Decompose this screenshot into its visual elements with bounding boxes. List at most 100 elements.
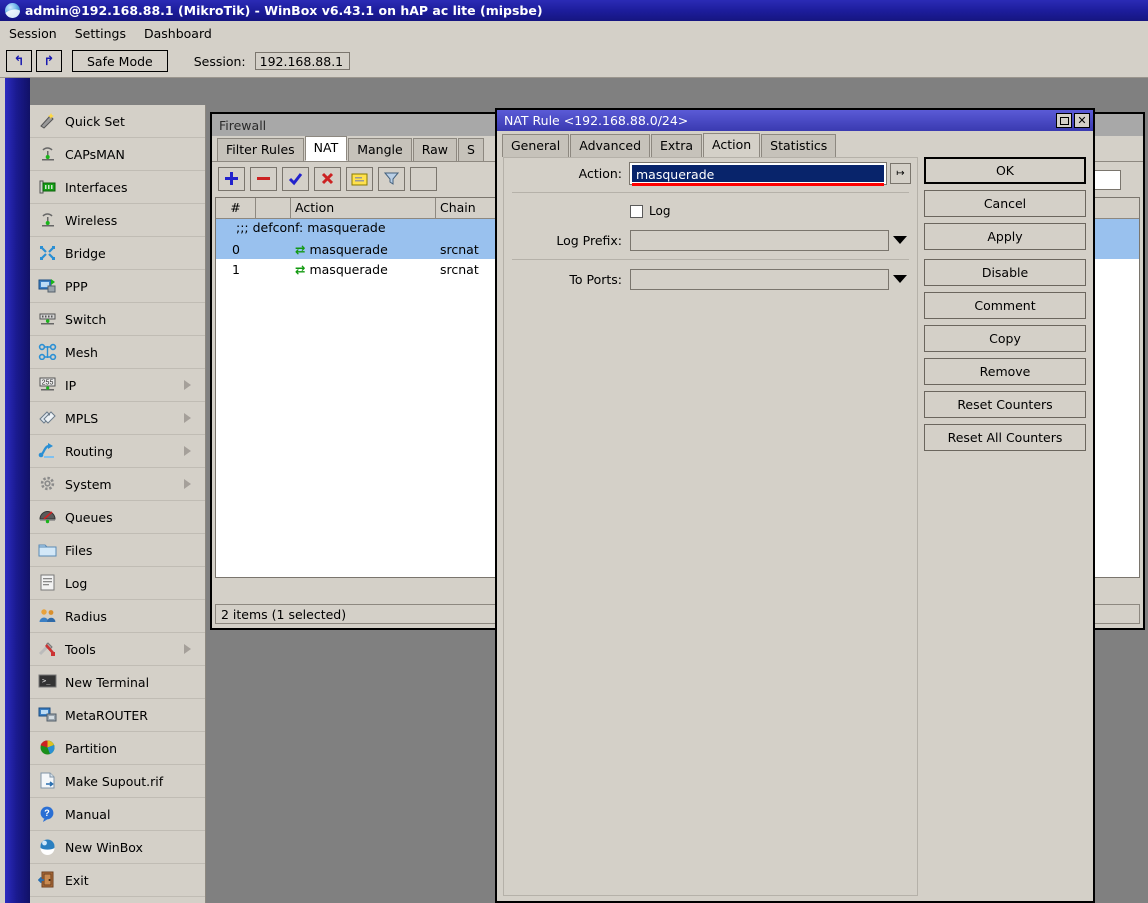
col-header-number[interactable]: # — [216, 198, 256, 218]
log-prefix-input[interactable] — [630, 229, 889, 251]
safe-mode-button[interactable]: Safe Mode — [72, 50, 168, 72]
submenu-chevron-right-icon — [184, 413, 191, 423]
sidebar-item-label: New Terminal — [65, 674, 150, 690]
row-number: 1 — [232, 261, 240, 277]
row-action: masquerade — [309, 261, 388, 277]
sidebar-item-label: Exit — [65, 872, 89, 888]
validation-underline — [632, 182, 884, 186]
sidebar-item-ip[interactable]: 255 IP — [30, 369, 205, 402]
sidebar-item-new-terminal[interactable]: >_ New Terminal — [30, 666, 205, 699]
sidebar-item-partition[interactable]: Partition — [30, 732, 205, 765]
remove-button[interactable]: Remove — [924, 358, 1086, 385]
remove-minus-icon[interactable] — [250, 166, 277, 191]
sidebar-item-exit[interactable]: Exit — [30, 864, 205, 897]
log-checkbox-row[interactable]: Log — [504, 197, 917, 225]
session-input[interactable]: 192.168.88.1 — [254, 52, 350, 70]
enable-check-icon[interactable] — [282, 166, 309, 191]
action-input-value: masquerade — [636, 166, 715, 182]
dialog-tabs: General Advanced Extra Action Statistics — [497, 131, 1093, 157]
sidebar-item-files[interactable]: Files — [30, 534, 205, 567]
to-ports-chevron-down-icon[interactable] — [893, 275, 907, 283]
add-plus-icon[interactable] — [218, 166, 245, 191]
redo-arrow-icon[interactable]: ↱ — [36, 50, 62, 72]
more-options-button[interactable] — [410, 166, 437, 191]
action-dropdown-button[interactable]: ↦ — [890, 162, 911, 184]
col-header-action[interactable]: Action — [291, 198, 436, 218]
sidebar-item-switch[interactable]: Switch — [30, 303, 205, 336]
reset-all-counters-button[interactable]: Reset All Counters — [924, 424, 1086, 451]
sidebar-item-capsman[interactable]: CAPsMAN — [30, 138, 205, 171]
sidebar-item-tools[interactable]: Tools — [30, 633, 205, 666]
submenu-chevron-right-icon — [184, 380, 191, 390]
disable-button[interactable]: Disable — [924, 259, 1086, 286]
close-x-icon[interactable]: ✕ — [1074, 113, 1090, 128]
tab-statistics[interactable]: Statistics — [761, 134, 837, 157]
disable-x-icon[interactable] — [314, 166, 341, 191]
to-ports-input[interactable] — [630, 268, 889, 290]
tab-advanced[interactable]: Advanced — [570, 134, 651, 157]
sidebar-item-make-supout-rif[interactable]: Make Supout.rif — [30, 765, 205, 798]
sidebar-item-label: Bridge — [65, 245, 106, 261]
sidebar-item-mpls[interactable]: MPLS — [30, 402, 205, 435]
dialog-title: NAT Rule <192.168.88.0/24> — [504, 113, 689, 128]
undo-arrow-icon[interactable]: ↰ — [6, 50, 32, 72]
nat-arrows-icon: ⇄ — [295, 241, 306, 257]
sidebar-item-mesh[interactable]: Mesh — [30, 336, 205, 369]
col-header-flags[interactable] — [256, 198, 291, 218]
menu-item-session[interactable]: Session — [0, 23, 66, 44]
tab-filter-rules[interactable]: Filter Rules — [217, 138, 304, 161]
comment-note-icon[interactable] — [346, 166, 373, 191]
apply-button[interactable]: Apply — [924, 223, 1086, 250]
sidebar-item-system[interactable]: System — [30, 468, 205, 501]
sidebar-item-ppp[interactable]: PPP — [30, 270, 205, 303]
action-input[interactable]: masquerade — [629, 161, 887, 186]
maximize-icon[interactable] — [1056, 113, 1072, 128]
ppp-icon — [38, 277, 58, 295]
sidebar-item-radius[interactable]: Radius — [30, 600, 205, 633]
menu-item-settings[interactable]: Settings — [66, 23, 135, 44]
partition-pie-icon — [38, 739, 58, 757]
cancel-button[interactable]: Cancel — [924, 190, 1086, 217]
sidebar-item-routing[interactable]: Routing — [30, 435, 205, 468]
dialog-titlebar: NAT Rule <192.168.88.0/24> ✕ — [497, 110, 1093, 131]
switch-icon — [38, 310, 58, 328]
sidebar-item-label: Interfaces — [65, 179, 128, 195]
reset-counters-button[interactable]: Reset Counters — [924, 391, 1086, 418]
tab-raw[interactable]: Raw — [412, 138, 457, 161]
sidebar-item-bridge[interactable]: Bridge — [30, 237, 205, 270]
ok-button[interactable]: OK — [924, 157, 1086, 184]
filter-funnel-icon[interactable] — [378, 166, 405, 191]
log-prefix-chevron-down-icon[interactable] — [893, 236, 907, 244]
wireless-icon — [38, 211, 58, 229]
row-number: 0 — [232, 241, 240, 257]
menu-item-dashboard[interactable]: Dashboard — [135, 23, 221, 44]
tab-action[interactable]: Action — [703, 133, 761, 157]
tab-mangle[interactable]: Mangle — [348, 138, 412, 161]
sidebar-item-label: Radius — [65, 608, 107, 624]
sidebar-item-queues[interactable]: Queues — [30, 501, 205, 534]
sidebar-item-log[interactable]: Log — [30, 567, 205, 600]
tab-service-ports[interactable]: S — [458, 138, 484, 161]
capsman-icon — [38, 145, 58, 163]
app-toolbar: ↰ ↱ Safe Mode Session: 192.168.88.1 — [0, 45, 1148, 78]
sidebar-item-interfaces[interactable]: Interfaces — [30, 171, 205, 204]
log-checkbox[interactable] — [630, 204, 643, 218]
sidebar-item-metarouter[interactable]: MetaROUTER — [30, 699, 205, 732]
sidebar-item-label: PPP — [65, 278, 88, 294]
submenu-chevron-right-icon — [184, 479, 191, 489]
terminal-icon: >_ — [38, 673, 58, 691]
sidebar-item-label: MPLS — [65, 410, 99, 426]
tab-extra[interactable]: Extra — [651, 134, 703, 157]
sidebar-item-wireless[interactable]: Wireless — [30, 204, 205, 237]
sidebar-item-manual[interactable]: ? Manual — [30, 798, 205, 831]
svg-text:?: ? — [44, 808, 50, 818]
tab-nat[interactable]: NAT — [304, 136, 348, 161]
copy-button[interactable]: Copy — [924, 325, 1086, 352]
tab-general[interactable]: General — [502, 134, 570, 157]
sidebar-item-new-winbox[interactable]: New WinBox — [30, 831, 205, 864]
session-label: Session: — [193, 53, 246, 69]
main-sidebar: Quick Set CAPsMAN Interfaces Wireless Bridge… — [30, 105, 206, 903]
comment-button[interactable]: Comment — [924, 292, 1086, 319]
dialog-body: Action: masquerade ↦ Log Log Prefix: To … — [503, 157, 918, 896]
sidebar-item-quick-set[interactable]: Quick Set — [30, 105, 205, 138]
